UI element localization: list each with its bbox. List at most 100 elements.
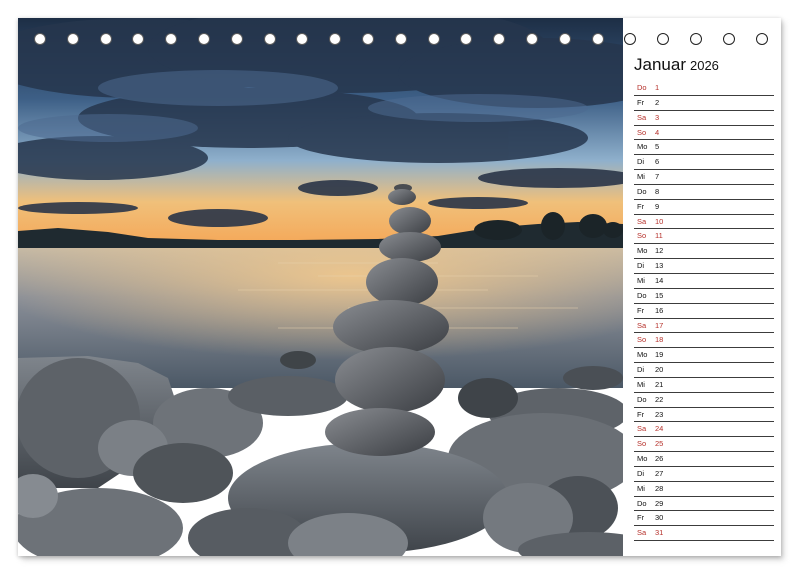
weekday-label: Mo xyxy=(637,246,648,256)
day-row: Mo 26 xyxy=(634,452,774,467)
weekday-label: Do xyxy=(637,498,647,508)
binding-ring xyxy=(690,33,702,45)
day-number: 23 xyxy=(655,409,664,419)
day-row: Mo 12 xyxy=(634,244,774,260)
day-number: 14 xyxy=(655,275,664,285)
weekday-label: Sa xyxy=(637,112,647,122)
weekday-label: Mo xyxy=(637,350,648,360)
binding-ring xyxy=(66,33,79,45)
month-header: Januar 2026 xyxy=(634,54,774,80)
day-row: So 11 xyxy=(634,229,774,245)
binding-ring xyxy=(34,33,46,45)
day-number: 17 xyxy=(655,320,664,330)
calendar-panel: Januar 2026 Do 1 Fr 2 Sa 3 So 4 Mo 5 Di 6 Mi 7 Do 8 Fr 9 Sa… xyxy=(634,54,774,542)
day-number: 25 xyxy=(655,439,664,449)
weekday-label: Do xyxy=(637,290,647,300)
binding-ring xyxy=(624,33,637,45)
day-number: 26 xyxy=(655,454,664,464)
binding-ring xyxy=(591,33,604,45)
day-row: Di 6 xyxy=(634,155,774,171)
weekday-label: So xyxy=(637,231,647,241)
day-number: 5 xyxy=(655,142,660,152)
weekday-label: Sa xyxy=(637,424,647,434)
binding-ring xyxy=(722,33,735,45)
weekday-label: Mi xyxy=(637,483,645,493)
weekday-label: Mi xyxy=(637,379,645,389)
weekday-label: Di xyxy=(637,468,645,478)
day-number: 7 xyxy=(655,172,660,182)
day-row: Mo 19 xyxy=(634,348,774,364)
weekday-label: Do xyxy=(637,83,647,92)
day-number: 9 xyxy=(655,201,660,211)
day-row: Sa 10 xyxy=(634,215,774,230)
binding-ring xyxy=(296,33,309,45)
day-number: 31 xyxy=(655,528,664,538)
day-row: Sa 24 xyxy=(634,422,774,438)
day-number: 12 xyxy=(655,246,664,256)
weekday-label: Mo xyxy=(637,142,648,152)
day-number: 20 xyxy=(655,365,664,375)
weekday-label: Di xyxy=(637,365,645,375)
day-row: Sa 3 xyxy=(634,111,774,126)
weekday-label: Fr xyxy=(637,97,645,107)
day-row: Do 1 xyxy=(634,81,774,96)
binding-ring xyxy=(493,33,506,45)
day-row: Mi 21 xyxy=(634,378,774,393)
day-number: 19 xyxy=(655,350,664,360)
weekday-label: Fr xyxy=(637,513,645,523)
binding-ring xyxy=(230,33,243,45)
day-row: Fr 23 xyxy=(634,408,774,423)
binding-ring xyxy=(198,33,210,45)
day-number: 27 xyxy=(655,468,664,478)
day-number: 3 xyxy=(655,112,660,122)
day-row: Do 29 xyxy=(634,497,774,512)
binding-ring xyxy=(755,33,768,45)
year-label: 2026 xyxy=(689,58,719,73)
binding-ring xyxy=(460,33,473,45)
day-row: Di 27 xyxy=(634,467,774,482)
day-row: Fr 16 xyxy=(634,304,774,319)
weekday-label: Do xyxy=(637,394,647,404)
day-number: 4 xyxy=(655,127,660,137)
weekday-label: So xyxy=(637,335,647,345)
binding-ring xyxy=(99,33,112,45)
binding-ring xyxy=(526,33,538,45)
weekday-label: Di xyxy=(637,261,645,271)
day-row: Do 22 xyxy=(634,393,774,408)
day-number: 11 xyxy=(655,231,663,241)
binding-ring xyxy=(132,33,145,45)
binding-ring xyxy=(427,33,440,45)
weekday-label: Fr xyxy=(637,201,645,211)
day-number: 2 xyxy=(655,97,660,107)
day-row: Mo 5 xyxy=(634,140,774,156)
weekday-label: So xyxy=(637,439,647,449)
day-number: 18 xyxy=(655,335,664,345)
month-name: Januar xyxy=(634,55,686,74)
binding-ring xyxy=(558,33,571,45)
day-list: Do 1 Fr 2 Sa 3 So 4 Mo 5 Di 6 Mi 7 Do 8 Fr 9 Sa 10 So 11 Mo 12 D… xyxy=(634,81,774,542)
day-number: 13 xyxy=(655,261,664,271)
day-row: Sa 31 xyxy=(634,526,774,542)
binding-ring xyxy=(394,33,407,45)
weekday-label: Mi xyxy=(637,275,645,285)
day-row: Mi 28 xyxy=(634,482,774,497)
weekday-label: Sa xyxy=(637,320,647,330)
day-number: 1 xyxy=(655,83,660,92)
weekday-label: Di xyxy=(637,157,645,167)
day-row: Do 8 xyxy=(634,185,774,200)
day-number: 16 xyxy=(655,305,664,315)
day-row: Mi 14 xyxy=(634,274,774,289)
day-row: Fr 2 xyxy=(634,96,774,111)
weekday-label: Sa xyxy=(637,528,647,538)
lake-stone-cairn-photo xyxy=(18,18,623,556)
day-number: 8 xyxy=(655,186,660,196)
weekday-label: So xyxy=(637,127,647,137)
day-row: Sa 17 xyxy=(634,319,774,334)
day-number: 28 xyxy=(655,483,664,493)
day-row: Di 20 xyxy=(634,363,774,378)
day-row: Fr 9 xyxy=(634,200,774,215)
day-row: So 4 xyxy=(634,126,774,141)
binding-ring xyxy=(657,33,670,45)
day-row: Fr 30 xyxy=(634,511,774,527)
weekday-label: Sa xyxy=(637,216,647,226)
